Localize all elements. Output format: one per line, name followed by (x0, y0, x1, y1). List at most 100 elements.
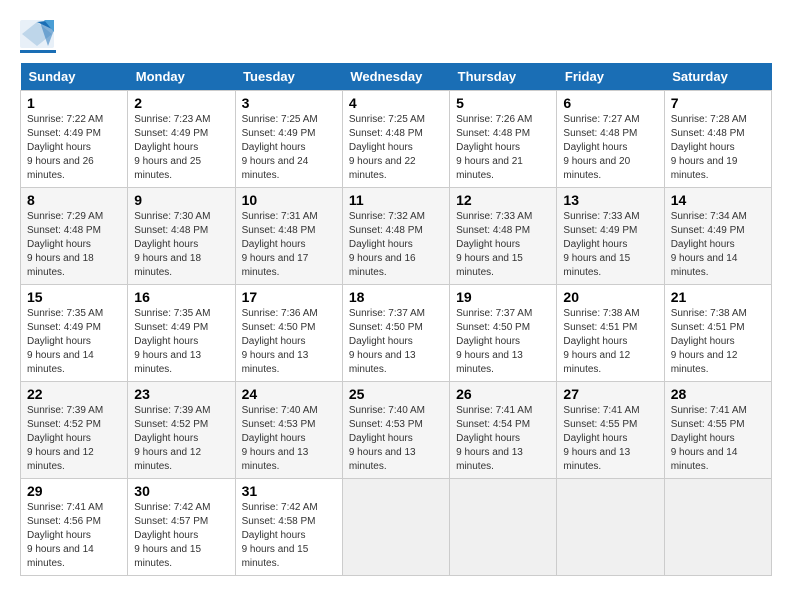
day-number: 29 (27, 483, 121, 499)
day-details: Sunrise: 7:25 AMSunset: 4:48 PMDaylight … (349, 114, 425, 181)
day-header-monday: Monday (128, 63, 235, 91)
calendar-cell: 26 Sunrise: 7:41 AMSunset: 4:54 PMDaylig… (450, 382, 557, 479)
calendar-cell: 30 Sunrise: 7:42 AMSunset: 4:57 PMDaylig… (128, 479, 235, 576)
day-number: 21 (671, 289, 765, 305)
day-details: Sunrise: 7:32 AMSunset: 4:48 PMDaylight … (349, 211, 425, 278)
day-header-friday: Friday (557, 63, 664, 91)
calendar-cell: 1 Sunrise: 7:22 AMSunset: 4:49 PMDayligh… (21, 91, 128, 188)
day-number: 14 (671, 192, 765, 208)
calendar-cell: 19 Sunrise: 7:37 AMSunset: 4:50 PMDaylig… (450, 285, 557, 382)
day-header-tuesday: Tuesday (235, 63, 342, 91)
calendar-week-row: 1 Sunrise: 7:22 AMSunset: 4:49 PMDayligh… (21, 91, 772, 188)
calendar-week-row: 22 Sunrise: 7:39 AMSunset: 4:52 PMDaylig… (21, 382, 772, 479)
day-details: Sunrise: 7:38 AMSunset: 4:51 PMDaylight … (671, 308, 747, 375)
day-number: 10 (242, 192, 336, 208)
calendar-cell: 29 Sunrise: 7:41 AMSunset: 4:56 PMDaylig… (21, 479, 128, 576)
day-details: Sunrise: 7:42 AMSunset: 4:58 PMDaylight … (242, 502, 318, 569)
day-details: Sunrise: 7:41 AMSunset: 4:56 PMDaylight … (27, 502, 103, 569)
day-number: 5 (456, 95, 550, 111)
day-number: 23 (134, 386, 228, 402)
calendar-cell (450, 479, 557, 576)
day-number: 12 (456, 192, 550, 208)
calendar-cell: 9 Sunrise: 7:30 AMSunset: 4:48 PMDayligh… (128, 188, 235, 285)
day-number: 30 (134, 483, 228, 499)
day-details: Sunrise: 7:41 AMSunset: 4:55 PMDaylight … (563, 405, 639, 472)
day-details: Sunrise: 7:37 AMSunset: 4:50 PMDaylight … (349, 308, 425, 375)
page-header (20, 20, 772, 53)
calendar-cell: 31 Sunrise: 7:42 AMSunset: 4:58 PMDaylig… (235, 479, 342, 576)
calendar-cell: 7 Sunrise: 7:28 AMSunset: 4:48 PMDayligh… (664, 91, 771, 188)
calendar-cell: 28 Sunrise: 7:41 AMSunset: 4:55 PMDaylig… (664, 382, 771, 479)
day-number: 11 (349, 192, 443, 208)
day-number: 6 (563, 95, 657, 111)
day-header-wednesday: Wednesday (342, 63, 449, 91)
calendar-cell: 17 Sunrise: 7:36 AMSunset: 4:50 PMDaylig… (235, 285, 342, 382)
day-number: 15 (27, 289, 121, 305)
calendar-cell (342, 479, 449, 576)
day-number: 27 (563, 386, 657, 402)
day-details: Sunrise: 7:37 AMSunset: 4:50 PMDaylight … (456, 308, 532, 375)
day-details: Sunrise: 7:41 AMSunset: 4:55 PMDaylight … (671, 405, 747, 472)
day-number: 4 (349, 95, 443, 111)
calendar-cell: 12 Sunrise: 7:33 AMSunset: 4:48 PMDaylig… (450, 188, 557, 285)
day-header-thursday: Thursday (450, 63, 557, 91)
day-number: 3 (242, 95, 336, 111)
calendar-cell: 16 Sunrise: 7:35 AMSunset: 4:49 PMDaylig… (128, 285, 235, 382)
calendar-cell: 24 Sunrise: 7:40 AMSunset: 4:53 PMDaylig… (235, 382, 342, 479)
day-number: 7 (671, 95, 765, 111)
day-number: 28 (671, 386, 765, 402)
calendar-week-row: 8 Sunrise: 7:29 AMSunset: 4:48 PMDayligh… (21, 188, 772, 285)
calendar-cell: 4 Sunrise: 7:25 AMSunset: 4:48 PMDayligh… (342, 91, 449, 188)
day-number: 17 (242, 289, 336, 305)
day-details: Sunrise: 7:35 AMSunset: 4:49 PMDaylight … (27, 308, 103, 375)
day-number: 24 (242, 386, 336, 402)
day-details: Sunrise: 7:42 AMSunset: 4:57 PMDaylight … (134, 502, 210, 569)
calendar-cell: 15 Sunrise: 7:35 AMSunset: 4:49 PMDaylig… (21, 285, 128, 382)
day-details: Sunrise: 7:23 AMSunset: 4:49 PMDaylight … (134, 114, 210, 181)
calendar-cell: 18 Sunrise: 7:37 AMSunset: 4:50 PMDaylig… (342, 285, 449, 382)
calendar-cell: 23 Sunrise: 7:39 AMSunset: 4:52 PMDaylig… (128, 382, 235, 479)
day-details: Sunrise: 7:39 AMSunset: 4:52 PMDaylight … (134, 405, 210, 472)
day-details: Sunrise: 7:29 AMSunset: 4:48 PMDaylight … (27, 211, 103, 278)
day-details: Sunrise: 7:41 AMSunset: 4:54 PMDaylight … (456, 405, 532, 472)
calendar-week-row: 15 Sunrise: 7:35 AMSunset: 4:49 PMDaylig… (21, 285, 772, 382)
day-details: Sunrise: 7:40 AMSunset: 4:53 PMDaylight … (242, 405, 318, 472)
day-number: 2 (134, 95, 228, 111)
day-details: Sunrise: 7:34 AMSunset: 4:49 PMDaylight … (671, 211, 747, 278)
calendar-cell: 11 Sunrise: 7:32 AMSunset: 4:48 PMDaylig… (342, 188, 449, 285)
calendar-cell: 20 Sunrise: 7:38 AMSunset: 4:51 PMDaylig… (557, 285, 664, 382)
day-details: Sunrise: 7:28 AMSunset: 4:48 PMDaylight … (671, 114, 747, 181)
day-number: 20 (563, 289, 657, 305)
day-number: 19 (456, 289, 550, 305)
day-header-sunday: Sunday (21, 63, 128, 91)
calendar-cell: 13 Sunrise: 7:33 AMSunset: 4:49 PMDaylig… (557, 188, 664, 285)
calendar-cell: 5 Sunrise: 7:26 AMSunset: 4:48 PMDayligh… (450, 91, 557, 188)
day-details: Sunrise: 7:30 AMSunset: 4:48 PMDaylight … (134, 211, 210, 278)
day-details: Sunrise: 7:26 AMSunset: 4:48 PMDaylight … (456, 114, 532, 181)
days-header-row: SundayMondayTuesdayWednesdayThursdayFrid… (21, 63, 772, 91)
logo-icon (20, 20, 54, 48)
day-number: 22 (27, 386, 121, 402)
day-details: Sunrise: 7:33 AMSunset: 4:48 PMDaylight … (456, 211, 532, 278)
calendar-cell (664, 479, 771, 576)
day-details: Sunrise: 7:40 AMSunset: 4:53 PMDaylight … (349, 405, 425, 472)
day-number: 9 (134, 192, 228, 208)
calendar-cell: 6 Sunrise: 7:27 AMSunset: 4:48 PMDayligh… (557, 91, 664, 188)
day-details: Sunrise: 7:35 AMSunset: 4:49 PMDaylight … (134, 308, 210, 375)
day-number: 25 (349, 386, 443, 402)
calendar-cell: 14 Sunrise: 7:34 AMSunset: 4:49 PMDaylig… (664, 188, 771, 285)
calendar-cell: 8 Sunrise: 7:29 AMSunset: 4:48 PMDayligh… (21, 188, 128, 285)
day-number: 8 (27, 192, 121, 208)
calendar-cell: 3 Sunrise: 7:25 AMSunset: 4:49 PMDayligh… (235, 91, 342, 188)
calendar-table: SundayMondayTuesdayWednesdayThursdayFrid… (20, 63, 772, 576)
day-number: 16 (134, 289, 228, 305)
calendar-cell: 2 Sunrise: 7:23 AMSunset: 4:49 PMDayligh… (128, 91, 235, 188)
day-number: 1 (27, 95, 121, 111)
calendar-cell: 10 Sunrise: 7:31 AMSunset: 4:48 PMDaylig… (235, 188, 342, 285)
day-details: Sunrise: 7:36 AMSunset: 4:50 PMDaylight … (242, 308, 318, 375)
day-details: Sunrise: 7:22 AMSunset: 4:49 PMDaylight … (27, 114, 103, 181)
calendar-cell: 21 Sunrise: 7:38 AMSunset: 4:51 PMDaylig… (664, 285, 771, 382)
day-details: Sunrise: 7:38 AMSunset: 4:51 PMDaylight … (563, 308, 639, 375)
calendar-cell (557, 479, 664, 576)
day-details: Sunrise: 7:31 AMSunset: 4:48 PMDaylight … (242, 211, 318, 278)
